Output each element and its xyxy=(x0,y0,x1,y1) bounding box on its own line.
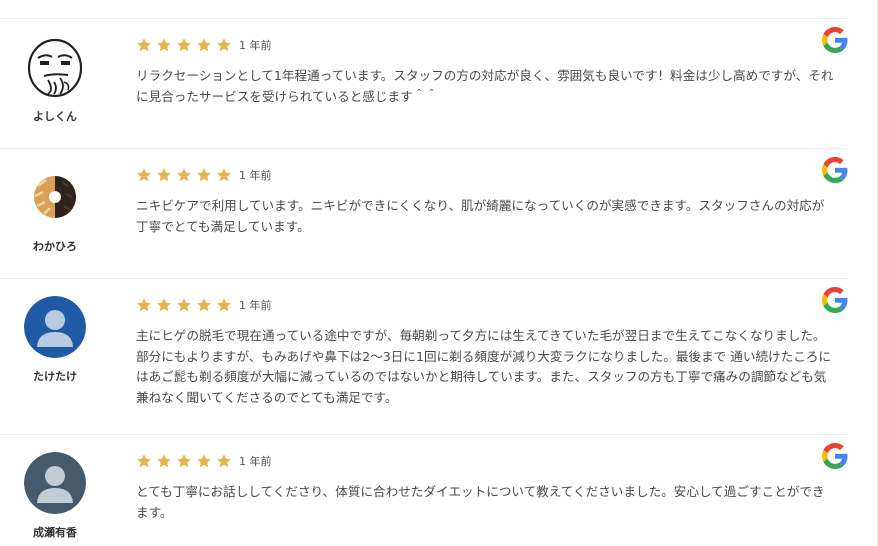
star-icon xyxy=(197,38,211,52)
review-meta: 1 年前 xyxy=(136,36,272,54)
avatar[interactable] xyxy=(24,36,86,98)
google-icon[interactable] xyxy=(822,443,848,469)
star-icon xyxy=(157,298,171,312)
avatar[interactable] xyxy=(24,166,86,228)
reviewer-name: 成瀬有香 xyxy=(33,526,77,539)
star-icon xyxy=(177,38,191,52)
review-separator xyxy=(0,148,848,149)
star-icon xyxy=(157,454,171,468)
star-icon xyxy=(217,454,231,468)
review-meta: 1 年前 xyxy=(136,452,272,470)
star-icon xyxy=(197,298,211,312)
star-icon xyxy=(157,168,171,182)
review-separator xyxy=(0,434,848,435)
google-icon[interactable] xyxy=(822,287,848,313)
star-icon xyxy=(177,298,191,312)
avatar[interactable] xyxy=(24,296,86,358)
star-icon xyxy=(177,168,191,182)
star-icon xyxy=(137,38,151,52)
review-time: 1 年前 xyxy=(239,169,272,182)
star-icon xyxy=(217,298,231,312)
star-rating xyxy=(136,37,232,53)
review-meta: 1 年前 xyxy=(136,296,272,314)
review-text: ニキビケアで利用しています。ニキビができにくくなり、肌が綺麗になっていくのが実感… xyxy=(136,198,825,234)
review-text: とても丁寧にお話ししてくださり、体質に合わせたダイエットについて教えてくださいま… xyxy=(136,484,825,520)
reviewer-name: たけたけ xyxy=(33,370,77,383)
star-icon xyxy=(137,168,151,182)
cartoon-face-icon xyxy=(27,38,83,98)
review-separator xyxy=(0,278,848,279)
star-icon xyxy=(137,298,151,312)
star-rating xyxy=(136,167,232,183)
review-time: 1 年前 xyxy=(239,455,272,468)
reviewer: 成瀬有香 xyxy=(22,452,88,540)
reviewer: たけたけ xyxy=(22,296,88,384)
default-user-icon xyxy=(24,296,86,358)
review-text: 主にヒゲの脱毛で現在通っている途中ですが、毎朝剃って夕方には生えてきていた毛が翌… xyxy=(136,328,832,405)
star-icon xyxy=(197,454,211,468)
review-time: 1 年前 xyxy=(239,39,272,52)
reviewer: わかひろ xyxy=(22,166,88,254)
star-icon xyxy=(197,168,211,182)
google-icon[interactable] xyxy=(822,27,848,53)
google-icon[interactable] xyxy=(822,157,848,183)
star-icon xyxy=(157,38,171,52)
reviewer: よしくん xyxy=(22,36,88,124)
review-separator xyxy=(0,18,848,19)
reviewer-name: わかひろ xyxy=(33,240,77,253)
star-icon xyxy=(137,454,151,468)
review-time: 1 年前 xyxy=(239,299,272,312)
default-user-icon xyxy=(24,452,86,514)
donut-photo-icon xyxy=(24,166,86,228)
star-rating xyxy=(136,297,232,313)
star-icon xyxy=(177,454,191,468)
star-icon xyxy=(217,168,231,182)
review-meta: 1 年前 xyxy=(136,166,272,184)
reviewer-name: よしくん xyxy=(33,110,77,123)
star-rating xyxy=(136,453,232,469)
review-text: リラクセーションとして1年程通っています。スタッフの方の対応が良く、雰囲気も良い… xyxy=(136,68,834,104)
star-icon xyxy=(217,38,231,52)
avatar[interactable] xyxy=(24,452,86,514)
